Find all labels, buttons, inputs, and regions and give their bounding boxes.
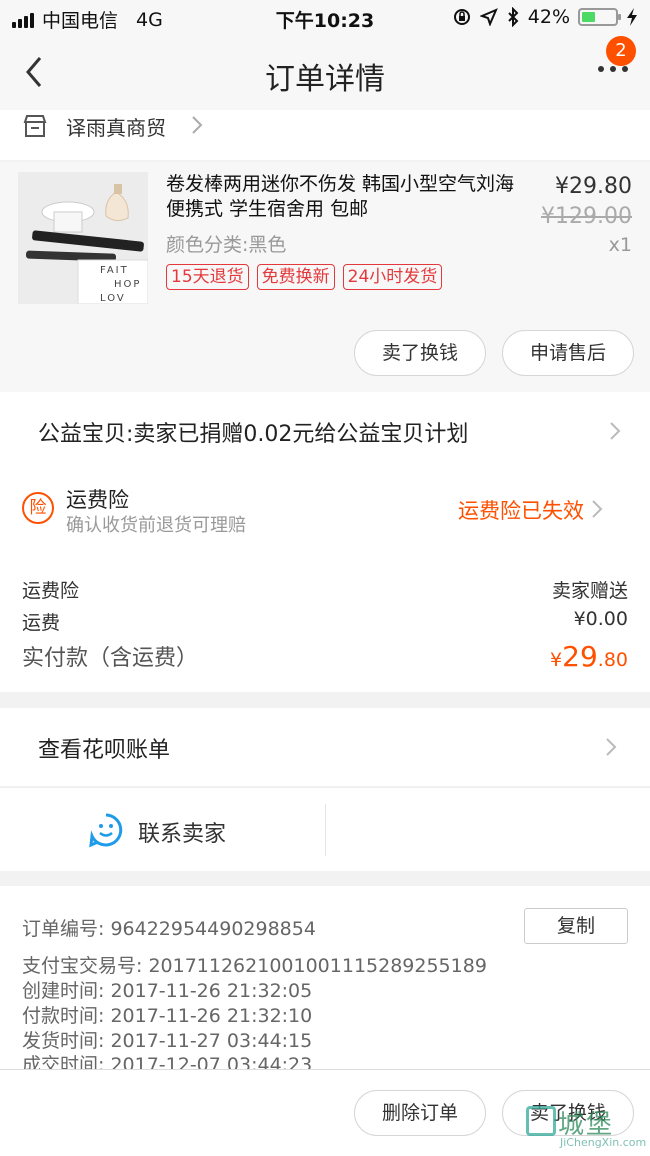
service-tag: 24小时发货 bbox=[342, 264, 443, 290]
page-title: 订单详情 bbox=[265, 62, 385, 97]
charging-icon bbox=[627, 8, 637, 26]
currency-symbol: ¥ bbox=[550, 649, 563, 671]
shop-icon bbox=[23, 115, 47, 137]
chevron-right-icon bbox=[610, 422, 621, 440]
lock-rotation-icon bbox=[453, 9, 470, 25]
notification-badge: 2 bbox=[606, 36, 636, 66]
product-quantity: x1 bbox=[608, 234, 632, 256]
insurance-desc: 确认收货前退货可理赔 bbox=[66, 515, 246, 536]
site-watermark: 城堡 JiChengXin.com bbox=[524, 1102, 647, 1152]
after-sale-button[interactable]: 申请售后 bbox=[502, 330, 634, 376]
service-tag: 免费换新 bbox=[256, 264, 335, 290]
delete-order-button[interactable]: 删除订单 bbox=[354, 1090, 486, 1136]
chevron-right-icon bbox=[606, 738, 617, 756]
watermark-url: JiChengXin.com bbox=[560, 1136, 647, 1149]
shop-row[interactable]: 译雨真商贸 bbox=[0, 110, 650, 160]
shop-name[interactable]: 译雨真商贸 bbox=[66, 112, 166, 141]
nav-bar: 订单详情 2 bbox=[0, 36, 650, 110]
thumb-text: LOV bbox=[100, 293, 126, 304]
fee-row-total: 实付款（含运费） ¥29.80 bbox=[22, 640, 628, 673]
huabei-bill-row[interactable]: 查看花呗账单 bbox=[0, 708, 650, 786]
product-title[interactable]: 卷发棒两用迷你不伤发 韩国小型空气刘海 便携式 学生宿舍用 包邮 bbox=[166, 172, 520, 222]
service-tag: 15天退货 bbox=[166, 264, 249, 290]
battery-percent: 42% bbox=[527, 6, 570, 28]
total-amount: ¥29.80 bbox=[550, 640, 628, 673]
chevron-right-icon bbox=[592, 500, 603, 518]
fee-row-insurance: 运费险 卖家赠送 bbox=[22, 576, 628, 603]
charity-row[interactable]: 公益宝贝:卖家已捐赠0.02元给公益宝贝计划 bbox=[0, 392, 650, 470]
status-bar: 中国电信 4G 下午10:23 42% bbox=[0, 0, 650, 36]
alipay-trade-number: 支付宝交易号: 2017112621001001115289255189 bbox=[22, 955, 487, 977]
huabei-text: 查看花呗账单 bbox=[38, 738, 171, 763]
watermark-logo-icon bbox=[526, 1106, 556, 1136]
fee-value: ¥0.00 bbox=[573, 608, 628, 630]
bluetooth-icon bbox=[508, 7, 519, 27]
thumb-text: FAIT bbox=[100, 265, 129, 276]
fee-row-shipping: 运费 ¥0.00 bbox=[22, 608, 628, 635]
total-int: 29 bbox=[562, 640, 598, 673]
fee-label: 运费 bbox=[22, 612, 61, 634]
insurance-name: 运费险 bbox=[66, 488, 129, 512]
shipped-time: 发货时间: 2017-11-27 03:44:15 bbox=[22, 1030, 313, 1052]
total-label: 实付款（含运费） bbox=[22, 646, 199, 671]
order-info: 订单编号: 96422954490298854 复制 支付宝交易号: 20171… bbox=[0, 886, 650, 1070]
product-spec: 颜色分类:黑色 bbox=[166, 234, 287, 256]
completed-time: 成交时间: 2017-12-07 03:44:23 bbox=[22, 1054, 313, 1070]
insurance-icon: 险 bbox=[22, 492, 54, 524]
contact-seller-button[interactable]: 联系卖家 bbox=[138, 816, 226, 848]
thumb-text: HOP bbox=[114, 279, 142, 290]
service-tags: 15天退货 免费换新 24小时发货 bbox=[166, 264, 443, 290]
product-price: ¥29.80 bbox=[555, 174, 632, 199]
fee-summary: 运费险 卖家赠送 运费 ¥0.00 实付款（含运费） ¥29.80 bbox=[0, 550, 650, 692]
total-dec: .80 bbox=[597, 649, 628, 671]
paid-time: 付款时间: 2017-11-26 21:32:10 bbox=[22, 1005, 313, 1027]
product-thumbnail[interactable]: FAIT HOP LOV bbox=[18, 172, 148, 304]
chat-face-icon[interactable] bbox=[88, 812, 124, 848]
insurance-status[interactable]: 运费险已失效 bbox=[458, 495, 584, 525]
copy-button[interactable]: 复制 bbox=[524, 908, 628, 944]
order-number: 订单编号: 96422954490298854 bbox=[22, 918, 316, 940]
more-icon[interactable] bbox=[598, 66, 628, 72]
order-item[interactable]: FAIT HOP LOV 卷发棒两用迷你不伤发 韩国小型空气刘海 便携式 学生宿… bbox=[0, 162, 650, 392]
fee-label: 运费险 bbox=[22, 580, 80, 602]
divider bbox=[325, 804, 326, 856]
shipping-insurance-row[interactable]: 险 运费险 确认收货前退货可理赔 运费险已失效 bbox=[0, 470, 650, 550]
created-time: 创建时间: 2017-11-26 21:32:05 bbox=[22, 980, 313, 1002]
contact-bar: 联系卖家 bbox=[0, 787, 650, 871]
location-icon bbox=[479, 8, 498, 26]
sell-for-cash-button[interactable]: 卖了换钱 bbox=[354, 330, 486, 376]
battery-icon bbox=[578, 8, 621, 26]
chevron-right-icon bbox=[192, 116, 203, 134]
charity-text: 公益宝贝:卖家已捐赠0.02元给公益宝贝计划 bbox=[38, 422, 469, 447]
fee-value: 卖家赠送 bbox=[551, 580, 628, 602]
original-price: ¥129.00 bbox=[541, 204, 632, 229]
